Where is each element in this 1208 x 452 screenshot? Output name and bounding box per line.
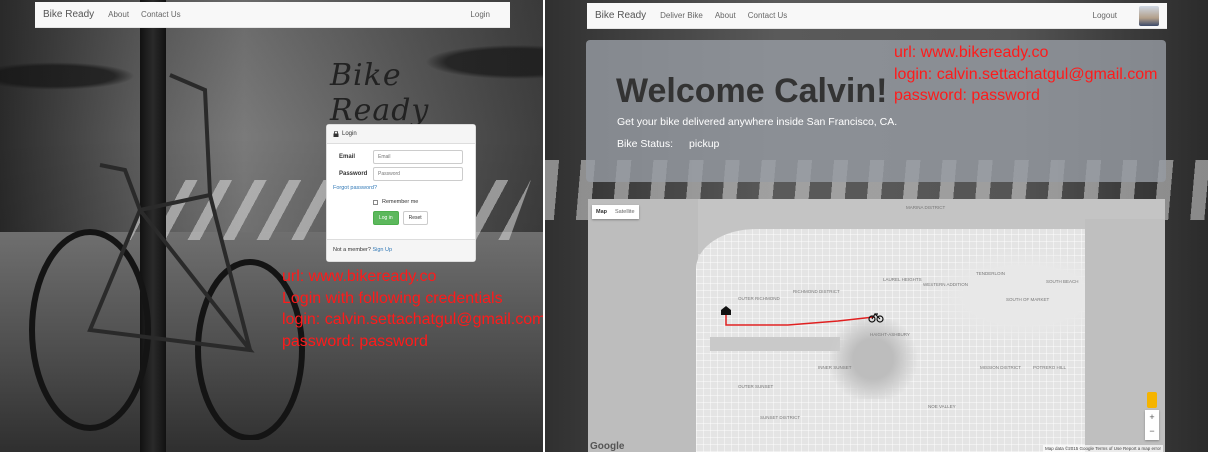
welcome-subtitle: Get your bike delivered anywhere inside … [617,116,898,128]
nav-contact[interactable]: Contact Us [141,10,181,19]
note-line: url: www.bikeready.co [282,268,437,285]
lock-icon [333,131,339,137]
remember-me[interactable]: Remember me [373,199,475,205]
remember-checkbox[interactable] [373,199,378,205]
avatar[interactable] [1139,5,1159,26]
brand-link[interactable]: Bike Ready [595,10,646,21]
credentials-note: url: www.bikeready.co login: calvin.sett… [894,42,1157,107]
zoom-out-icon[interactable]: − [1145,424,1159,438]
nav-logout[interactable]: Logout [1093,11,1117,20]
nav-login[interactable]: Login [470,10,490,19]
note-line: password: password [282,332,428,350]
signup-link[interactable]: Sign Up [372,247,392,253]
nav-contact[interactable]: Contact Us [748,11,788,20]
bike-location-icon[interactable] [868,311,884,323]
pickup-home-icon[interactable] [720,305,732,315]
note-line: Login with following credentials [282,289,503,307]
note-line: password: password [894,87,1040,104]
remember-label: Remember me [382,199,419,205]
credentials-note: url: www.bikeready.co Login with followi… [282,266,543,352]
nav-about[interactable]: About [108,10,129,19]
login-panel: Login Email Password Forgot password? Re… [326,124,476,262]
login-panel-title: Login [342,131,357,137]
email-field[interactable] [373,150,463,164]
delivery-route [725,315,875,326]
nav-about[interactable]: About [715,11,736,20]
login-button[interactable]: Log in [373,211,399,225]
email-label: Email [339,154,356,160]
welcome-title: Welcome Calvin! [616,72,888,110]
top-navbar: Bike Ready About Contact Us Login [35,2,510,28]
google-logo: Google [590,441,625,452]
bicycle-photo [29,73,305,440]
forgot-password-link[interactable]: Forgot password? [333,185,469,191]
password-field[interactable] [373,167,463,181]
app-logo: Bike Ready [330,58,430,128]
login-screenshot: Bike Ready About Contact Us Login Bike R… [0,0,543,452]
not-member-text: Not a member? [333,247,371,253]
map-attribution[interactable]: Map data ©2015 Google Terms of Use Repor… [1042,445,1163,452]
login-panel-header: Login [327,125,475,144]
nav-deliver-bike[interactable]: Deliver Bike [660,11,703,20]
reset-button[interactable]: Reset [402,211,428,225]
zoom-in-icon[interactable]: + [1145,410,1159,424]
bike-status: Bike Status: pickup [617,138,719,150]
password-label: Password [339,171,368,177]
brand-link[interactable]: Bike Ready [43,9,94,20]
map-type-control: Map Satellite [592,205,639,219]
login-panel-footer: Not a member? Sign Up [327,239,475,261]
note-line: login: calvin.settachatgul@gmail.com [894,65,1158,83]
map-type-satellite[interactable]: Satellite [611,205,639,219]
note-line: url: www.bikeready.co [894,44,1049,61]
top-navbar: Bike Ready Deliver Bike About Contact Us… [587,3,1167,29]
bike-status-label: Bike Status: [617,138,674,150]
zoom-control: + − [1145,410,1159,440]
note-line: login: calvin.settachatgul@gmail.com [282,311,543,328]
map-type-map[interactable]: Map [592,205,611,219]
street-view-pegman-icon[interactable] [1147,392,1157,408]
delivery-map[interactable]: MARINA DISTRICT RICHMOND DISTRICT OUTER … [588,199,1165,452]
bike-status-value: pickup [689,138,720,150]
